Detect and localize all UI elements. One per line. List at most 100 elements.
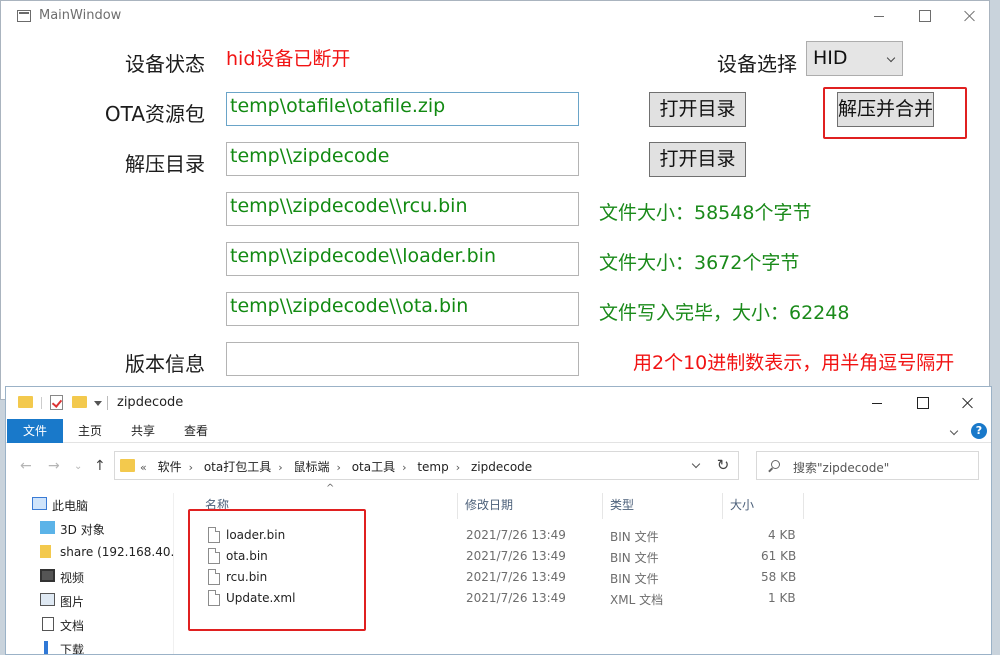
new-folder-icon[interactable]	[72, 396, 87, 408]
up-arrow-icon[interactable]: ↑	[94, 458, 106, 474]
breadcrumb-item[interactable]: zipdecode	[471, 460, 532, 474]
divider	[41, 397, 42, 409]
sidebar-item-label: 图片	[60, 595, 85, 609]
help-icon[interactable]: ?	[971, 423, 987, 439]
search-icon	[771, 460, 780, 469]
file-type: BIN 文件	[610, 572, 659, 586]
divider	[602, 493, 603, 519]
file-type: BIN 文件	[610, 530, 659, 544]
title-bar: MainWindow	[1, 1, 989, 32]
tab-home[interactable]: 主页	[68, 419, 112, 443]
search-input[interactable]: 搜索"zipdecode"	[756, 451, 979, 480]
search-placeholder: 搜索"zipdecode"	[793, 461, 890, 475]
sidebar-item-label: 下载	[60, 643, 85, 655]
chevron-right-icon: ›	[455, 461, 461, 474]
divider	[722, 493, 723, 519]
properties-icon[interactable]	[50, 395, 63, 410]
address-bar[interactable]: « 软件 › ota打包工具 › 鼠标端 › ota工具 › temp › zipdeco…	[114, 451, 739, 480]
loader-path-field[interactable]: temp\\zipdecode\\loader.bin	[226, 242, 579, 276]
chevron-right-icon: ›	[402, 461, 407, 474]
breadcrumb-overflow[interactable]: «	[140, 461, 147, 474]
divider	[107, 396, 108, 410]
open-ota-dir-button[interactable]: 打开目录	[649, 92, 746, 127]
minimize-button[interactable]	[856, 1, 902, 32]
sidebar-item-label: 文档	[60, 619, 85, 633]
version-field[interactable]	[226, 342, 579, 376]
file-date: 2021/7/26 13:49	[466, 570, 566, 584]
chevron-right-icon: ›	[336, 461, 341, 474]
breadcrumb: « 软件 › ota打包工具 › 鼠标端 › ota工具 › temp › zipdeco…	[140, 458, 539, 475]
explorer-close-button[interactable]	[944, 387, 990, 419]
version-hint: 用2个10进制数表示，用半角逗号隔开	[633, 352, 955, 374]
version-label: 版本信息	[125, 352, 205, 376]
unzip-dir-path-field[interactable]: temp\\zipdecode	[226, 142, 579, 176]
recent-locations-icon[interactable]: ⌄	[74, 461, 82, 472]
expand-ribbon-icon[interactable]	[949, 426, 959, 436]
ota-package-path-field[interactable]: temp\otafile\otafile.zip	[226, 92, 579, 126]
folder-icon	[18, 396, 33, 408]
back-arrow-icon[interactable]: ←	[20, 458, 32, 474]
divider	[457, 493, 458, 519]
ribbon: 文件 主页 共享 查看 ?	[6, 419, 991, 443]
loader-size-info: 文件大小：3672个字节	[599, 252, 800, 274]
folder-icon	[120, 459, 135, 472]
tab-file[interactable]: 文件	[7, 419, 63, 443]
sidebar-item-documents[interactable]: 文档	[6, 613, 174, 637]
highlight-box	[823, 87, 967, 139]
column-header-type[interactable]: 类型	[610, 493, 634, 517]
quick-access-dropdown-icon[interactable]	[94, 401, 102, 406]
sidebar-item-label: 3D 对象	[60, 523, 105, 537]
chevron-right-icon: ›	[188, 461, 193, 474]
device-status-label: 设备状态	[125, 52, 205, 76]
explorer-minimize-button[interactable]	[854, 387, 900, 419]
breadcrumb-item[interactable]: ota打包工具	[204, 460, 271, 474]
maximize-button[interactable]	[901, 1, 947, 32]
sidebar-item-pictures[interactable]: 图片	[6, 589, 174, 613]
sidebar-item-videos[interactable]: 视频	[6, 565, 174, 589]
open-unzip-dir-button[interactable]: 打开目录	[649, 142, 746, 177]
ota-package-label: OTA资源包	[104, 102, 205, 126]
video-icon	[40, 569, 55, 582]
device-select-value: HID	[813, 47, 848, 69]
breadcrumb-item[interactable]: 鼠标端	[293, 460, 329, 474]
file-list: ^ 名称 修改日期 类型 大小 loader.bin 2021/7/26 13:…	[174, 483, 991, 654]
column-header-size[interactable]: 大小	[730, 493, 754, 517]
tab-share[interactable]: 共享	[121, 419, 165, 443]
sidebar-item-3d-objects[interactable]: 3D 对象	[6, 517, 174, 541]
ota-bin-path-field[interactable]: temp\\zipdecode\\ota.bin	[226, 292, 579, 326]
sidebar-item-share[interactable]: share (192.168.40.	[6, 541, 174, 565]
file-date: 2021/7/26 13:49	[466, 591, 566, 605]
file-date: 2021/7/26 13:49	[466, 549, 566, 563]
sidebar-item-label: share (192.168.40.	[60, 545, 175, 559]
picture-icon	[40, 593, 55, 606]
unzip-dir-label: 解压目录	[125, 152, 205, 176]
chevron-right-icon: ›	[278, 461, 283, 474]
column-header-date[interactable]: 修改日期	[465, 493, 513, 517]
window-title: MainWindow	[39, 8, 122, 23]
forward-arrow-icon[interactable]: →	[48, 458, 60, 474]
rcu-path-field[interactable]: temp\\zipdecode\\rcu.bin	[226, 192, 579, 226]
tab-view[interactable]: 查看	[174, 419, 218, 443]
navigation-bar: ← → ⌄ ↑ « 软件 › ota打包工具 › 鼠标端 › ota工具 › temp ›…	[6, 449, 991, 481]
file-size: 58 KB	[761, 570, 797, 584]
highlight-box	[188, 509, 366, 631]
navigation-pane: 此电脑 3D 对象 share (192.168.40. 视频 图片 文档 下载	[6, 493, 174, 655]
explorer-maximize-button[interactable]	[899, 387, 945, 419]
computer-icon	[32, 497, 47, 510]
explorer-title-bar: zipdecode	[6, 387, 991, 419]
close-button[interactable]	[946, 1, 992, 32]
device-select-dropdown[interactable]: HID	[806, 41, 903, 76]
app-icon	[17, 10, 31, 22]
sidebar-item-label: 此电脑	[52, 499, 89, 513]
breadcrumb-item[interactable]: temp	[417, 460, 448, 474]
sidebar-item-this-pc[interactable]: 此电脑	[6, 493, 174, 517]
refresh-icon[interactable]: ↻	[708, 451, 739, 480]
collapse-icon: ^	[326, 483, 335, 494]
main-window: MainWindow 设备状态 hid设备已断开 设备选择 HID OTA资源包…	[0, 0, 990, 400]
breadcrumb-item[interactable]: 软件	[158, 460, 182, 474]
address-dropdown-icon[interactable]	[691, 459, 701, 469]
file-size: 61 KB	[761, 549, 797, 563]
file-size: 4 KB	[768, 528, 796, 542]
breadcrumb-item[interactable]: ota工具	[352, 460, 395, 474]
sidebar-item-downloads[interactable]: 下载	[6, 637, 174, 655]
